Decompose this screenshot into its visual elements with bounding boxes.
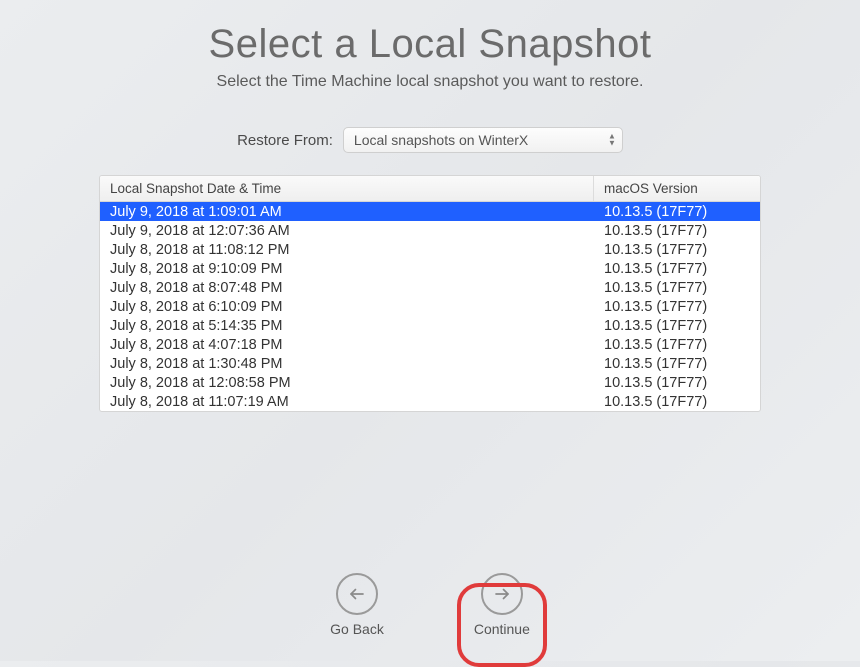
table-row[interactable]: July 8, 2018 at 4:07:18 PM10.13.5 (17F77… [100,335,760,354]
cell-version: 10.13.5 (17F77) [594,392,760,411]
cell-version: 10.13.5 (17F77) [594,373,760,392]
table-header-row: Local Snapshot Date & Time macOS Version [100,176,760,202]
table-row[interactable]: July 9, 2018 at 12:07:36 AM10.13.5 (17F7… [100,221,760,240]
restore-from-dropdown[interactable]: Local snapshots on WinterX ▲▼ [343,127,623,153]
cell-version: 10.13.5 (17F77) [594,297,760,316]
continue-label: Continue [474,621,530,637]
cell-date: July 8, 2018 at 9:10:09 PM [100,259,594,278]
arrow-left-icon [336,573,378,615]
go-back-button[interactable]: Go Back [330,573,384,637]
column-header-version[interactable]: macOS Version [594,176,760,201]
table-row[interactable]: July 8, 2018 at 12:08:58 PM10.13.5 (17F7… [100,373,760,392]
cell-date: July 8, 2018 at 8:07:48 PM [100,278,594,297]
restore-from-row: Restore From: Local snapshots on WinterX… [0,127,860,153]
cell-version: 10.13.5 (17F77) [594,278,760,297]
page-subtitle: Select the Time Machine local snapshot y… [0,73,860,91]
table-row[interactable]: July 8, 2018 at 6:10:09 PM10.13.5 (17F77… [100,297,760,316]
cell-date: July 8, 2018 at 11:07:19 AM [100,392,594,411]
cell-version: 10.13.5 (17F77) [594,202,760,221]
column-header-date[interactable]: Local Snapshot Date & Time [100,176,594,201]
cell-date: July 8, 2018 at 5:14:35 PM [100,316,594,335]
snapshot-table: Local Snapshot Date & Time macOS Version… [99,175,761,412]
table-row[interactable]: July 8, 2018 at 11:07:19 AM10.13.5 (17F7… [100,392,760,411]
table-row[interactable]: July 8, 2018 at 5:14:35 PM10.13.5 (17F77… [100,316,760,335]
cell-version: 10.13.5 (17F77) [594,240,760,259]
cell-date: July 8, 2018 at 4:07:18 PM [100,335,594,354]
cell-date: July 8, 2018 at 12:08:58 PM [100,373,594,392]
footer-nav: Go Back Continue [0,573,860,637]
restore-from-value: Local snapshots on WinterX [354,132,528,148]
updown-stepper-icon: ▲▼ [608,134,616,147]
cell-date: July 8, 2018 at 11:08:12 PM [100,240,594,259]
cell-date: July 9, 2018 at 12:07:36 AM [100,221,594,240]
cell-version: 10.13.5 (17F77) [594,259,760,278]
table-body: July 9, 2018 at 1:09:01 AM10.13.5 (17F77… [100,202,760,411]
table-row[interactable]: July 8, 2018 at 1:30:48 PM10.13.5 (17F77… [100,354,760,373]
cell-version: 10.13.5 (17F77) [594,354,760,373]
continue-button[interactable]: Continue [474,573,530,637]
page-title: Select a Local Snapshot [0,22,860,67]
restore-from-label: Restore From: [237,132,333,149]
arrow-right-icon [481,573,523,615]
cell-date: July 9, 2018 at 1:09:01 AM [100,202,594,221]
cell-version: 10.13.5 (17F77) [594,316,760,335]
go-back-label: Go Back [330,621,384,637]
table-row[interactable]: July 9, 2018 at 1:09:01 AM10.13.5 (17F77… [100,202,760,221]
cell-date: July 8, 2018 at 6:10:09 PM [100,297,594,316]
cell-date: July 8, 2018 at 1:30:48 PM [100,354,594,373]
table-row[interactable]: July 8, 2018 at 8:07:48 PM10.13.5 (17F77… [100,278,760,297]
table-row[interactable]: July 8, 2018 at 9:10:09 PM10.13.5 (17F77… [100,259,760,278]
cell-version: 10.13.5 (17F77) [594,335,760,354]
table-row[interactable]: July 8, 2018 at 11:08:12 PM10.13.5 (17F7… [100,240,760,259]
cell-version: 10.13.5 (17F77) [594,221,760,240]
